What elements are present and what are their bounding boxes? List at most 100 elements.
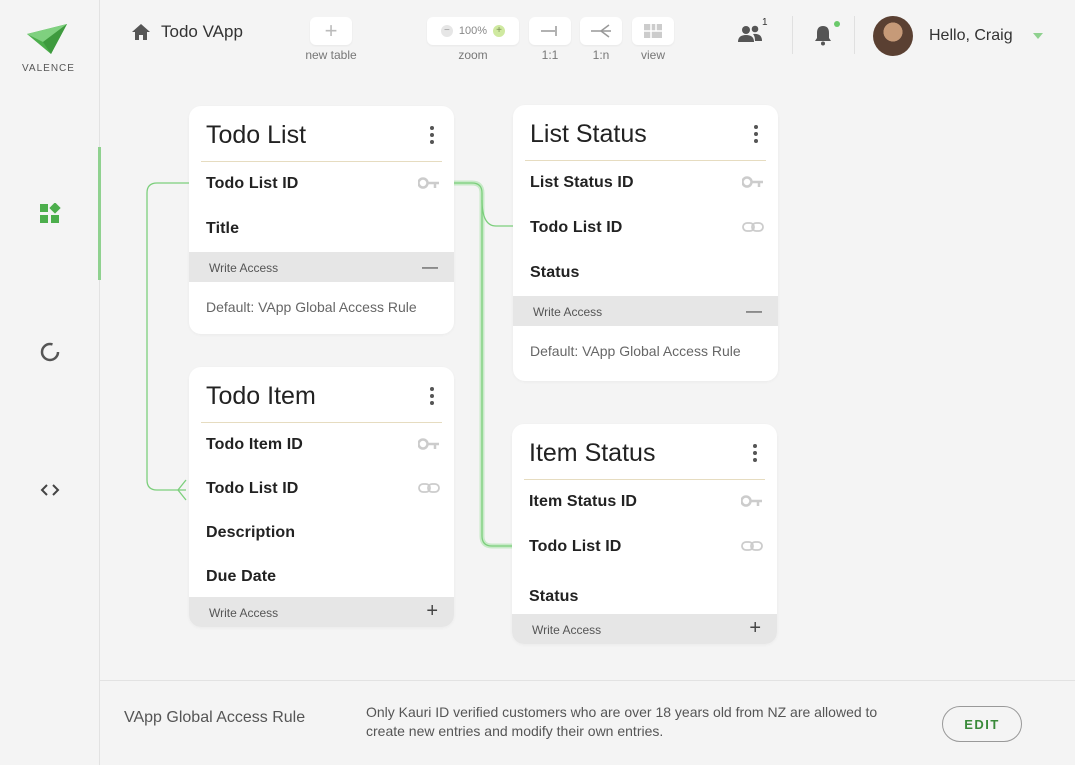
table-card-todo-item[interactable]: Todo Item Todo Item ID Todo List ID Desc…: [189, 367, 454, 627]
divider: [792, 16, 793, 54]
field-row[interactable]: Due Date: [189, 555, 454, 597]
notification-dot: [834, 21, 840, 27]
link-icon: [742, 222, 764, 232]
card-header: Todo List: [189, 106, 454, 162]
write-access-label: Write Access: [209, 261, 279, 275]
user-greeting[interactable]: Hello, Craig: [929, 27, 1013, 45]
view-button[interactable]: [632, 17, 674, 45]
collapse-icon[interactable]: —: [422, 259, 438, 277]
view-grid-icon: [644, 24, 662, 38]
table-card-list-status[interactable]: List Status List Status ID Todo List ID …: [513, 105, 778, 381]
breadcrumb[interactable]: Todo VApp: [131, 22, 243, 42]
chevron-down-icon[interactable]: [1033, 33, 1043, 39]
write-access-label: Write Access: [533, 305, 603, 319]
field-row[interactable]: Description: [189, 511, 454, 555]
write-access-header[interactable]: Write Access —: [513, 296, 778, 326]
key-icon: [418, 438, 439, 450]
write-access-label: Write Access: [532, 623, 602, 637]
field-label: Title: [206, 220, 240, 237]
edit-button[interactable]: EDIT: [942, 706, 1022, 742]
paper-plane-icon: [27, 24, 67, 54]
expand-icon[interactable]: +: [426, 600, 438, 623]
bell-icon[interactable]: [813, 24, 833, 51]
code-nav-icon[interactable]: [38, 478, 62, 502]
field-label: Due Date: [206, 568, 277, 585]
avatar[interactable]: [873, 16, 913, 56]
tables-nav-icon[interactable]: [38, 202, 62, 226]
more-options-icon[interactable]: [754, 125, 758, 143]
field-label: Description: [206, 524, 296, 541]
new-table-tool[interactable]: + new table: [301, 17, 361, 62]
field-row[interactable]: Item Status ID: [512, 480, 777, 525]
one-to-many-icon: [591, 24, 611, 38]
field-label: Item Status ID: [529, 493, 638, 510]
table-card-todo-list[interactable]: Todo List Todo List ID Title Write Acces…: [189, 106, 454, 334]
more-options-icon[interactable]: [430, 387, 434, 405]
link-icon: [741, 541, 763, 551]
sidebar-active-indicator: [98, 147, 101, 280]
field-label: Status: [529, 588, 579, 605]
collapse-icon[interactable]: —: [746, 303, 762, 321]
field-label: Todo List ID: [530, 219, 623, 236]
field-row[interactable]: Status: [512, 570, 777, 614]
card-header: Todo Item: [189, 367, 454, 423]
card-header: List Status: [513, 105, 778, 161]
table-card-item-status[interactable]: Item Status Item Status ID Todo List ID …: [512, 424, 777, 644]
new-table-button[interactable]: +: [310, 17, 352, 45]
expand-icon[interactable]: +: [749, 617, 761, 640]
field-row[interactable]: Todo List ID: [512, 525, 777, 570]
zoom-in-icon[interactable]: +: [493, 25, 506, 37]
write-access-body: Default: VApp Global Access Rule: [513, 326, 778, 378]
write-access-label: Write Access: [209, 606, 279, 620]
one-to-one-button[interactable]: [529, 17, 571, 45]
more-options-icon[interactable]: [753, 444, 757, 462]
zoom-tool: − 100% + zoom: [427, 17, 519, 62]
card-header: Item Status: [512, 424, 777, 480]
field-row[interactable]: Todo List ID: [513, 206, 778, 251]
one-to-many-button[interactable]: [580, 17, 622, 45]
key-icon: [741, 495, 762, 507]
field-label: Todo List ID: [206, 175, 299, 192]
top-bar: Todo VApp + new table − 100% + zoom 1:1: [100, 0, 1075, 70]
key-icon: [742, 176, 763, 188]
one-to-one-label: 1:1: [541, 48, 559, 62]
field-row[interactable]: Status: [513, 251, 778, 296]
field-row[interactable]: Todo Item ID: [189, 423, 454, 467]
write-access-header[interactable]: Write Access +: [189, 597, 454, 627]
global-access-footer: VApp Global Access Rule Only Kauri ID ve…: [100, 680, 1075, 765]
card-title: Todo List: [206, 121, 307, 149]
field-row[interactable]: Title: [189, 207, 454, 252]
one-to-one-tool[interactable]: 1:1: [529, 17, 571, 62]
more-options-icon[interactable]: [430, 126, 434, 144]
zoom-out-icon[interactable]: −: [440, 25, 453, 37]
divider: [854, 16, 855, 54]
zoom-control: − 100% +: [427, 17, 519, 45]
field-row[interactable]: List Status ID: [513, 161, 778, 206]
users-count-badge: 1: [762, 17, 768, 28]
field-row[interactable]: Todo List ID: [189, 467, 454, 511]
one-to-one-icon: [541, 26, 557, 36]
write-access-header[interactable]: Write Access —: [189, 252, 454, 282]
link-icon: [418, 483, 440, 493]
one-to-many-tool[interactable]: 1:n: [580, 17, 622, 62]
field-row[interactable]: Todo List ID: [189, 162, 454, 207]
field-label: Todo Item ID: [206, 436, 303, 453]
loading-nav-icon[interactable]: [38, 340, 62, 364]
sidebar: VALENCE: [0, 0, 101, 765]
valence-logo[interactable]: VALENCE: [22, 22, 74, 74]
card-title: Todo Item: [206, 382, 316, 410]
users-icon[interactable]: [738, 24, 762, 49]
field-label: Todo List ID: [529, 538, 622, 555]
home-icon: [132, 24, 150, 40]
view-label: view: [640, 48, 665, 62]
card-title: List Status: [530, 120, 647, 148]
access-rule-text: Default: VApp Global Access Rule: [530, 343, 741, 359]
field-label: Status: [530, 264, 580, 281]
field-label: Todo List ID: [206, 480, 299, 497]
view-tool[interactable]: view: [632, 17, 674, 62]
write-access-header[interactable]: Write Access +: [512, 614, 777, 644]
write-access-body: Default: VApp Global Access Rule: [189, 282, 454, 334]
key-icon: [418, 177, 439, 189]
access-rule-text: Default: VApp Global Access Rule: [206, 299, 417, 315]
field-label: List Status ID: [530, 174, 634, 191]
